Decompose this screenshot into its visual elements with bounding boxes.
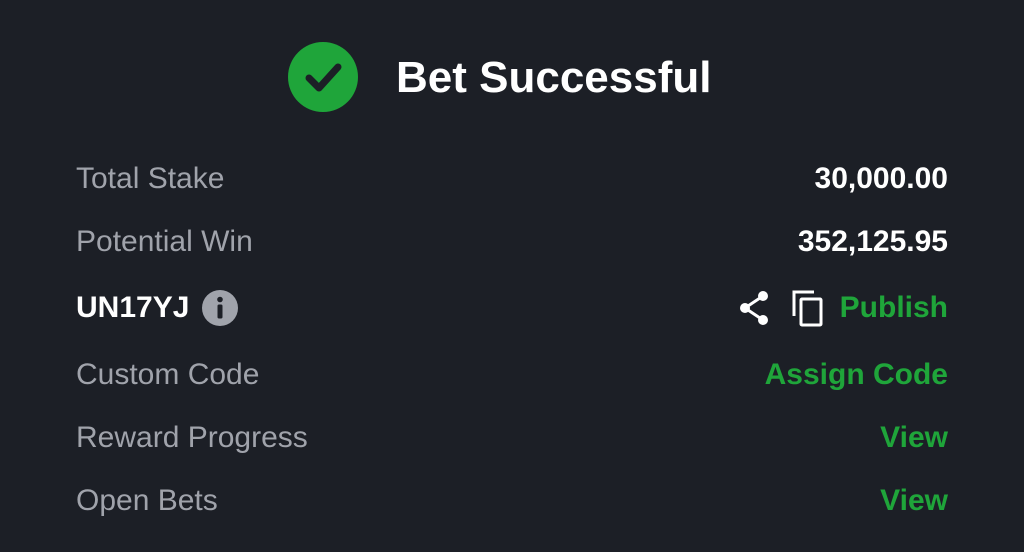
share-icon[interactable] xyxy=(736,288,772,328)
publish-button[interactable]: Publish xyxy=(840,291,948,325)
potential-win-value: 352,125.95 xyxy=(797,225,948,258)
open-bets-row: Open Bets View xyxy=(76,477,948,525)
booking-code-row: UN17YJ Publish xyxy=(76,284,948,332)
check-circle-icon xyxy=(288,42,358,112)
custom-code-row: Custom Code Assign Code xyxy=(76,351,948,399)
reward-progress-view-button[interactable]: View xyxy=(880,421,948,455)
potential-win-row: Potential Win 352,125.95 xyxy=(76,218,948,266)
total-stake-label: Total Stake xyxy=(76,162,225,195)
open-bets-label: Open Bets xyxy=(76,484,218,517)
reward-progress-label: Reward Progress xyxy=(76,421,308,454)
reward-progress-row: Reward Progress View xyxy=(76,414,948,462)
assign-code-button[interactable]: Assign Code xyxy=(765,358,948,392)
booking-code-group: UN17YJ xyxy=(76,289,239,327)
total-stake-value: 30,000.00 xyxy=(814,162,948,195)
info-icon[interactable] xyxy=(201,289,239,327)
page-title: Bet Successful xyxy=(396,53,712,102)
custom-code-label: Custom Code xyxy=(76,358,260,391)
success-header: Bet Successful xyxy=(0,42,1024,114)
open-bets-view-button[interactable]: View xyxy=(880,484,948,518)
copy-icon[interactable] xyxy=(790,288,826,328)
potential-win-label: Potential Win xyxy=(76,225,253,258)
booking-actions: Publish xyxy=(736,288,948,328)
total-stake-row: Total Stake 30,000.00 xyxy=(76,155,948,203)
booking-code: UN17YJ xyxy=(76,291,190,324)
